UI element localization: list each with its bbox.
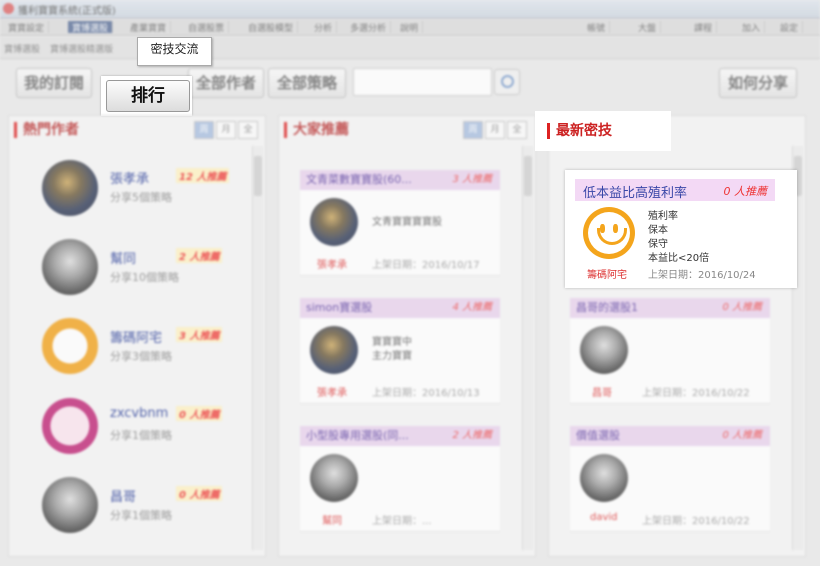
strategy-line: 保本 bbox=[648, 225, 668, 236]
strategy-date: 上架日期：2016/10/22 bbox=[642, 388, 750, 399]
strategy-card[interactable]: 價值選股 0 人推薦 david 上架日期：2016/10/22 bbox=[570, 426, 770, 532]
scrollbar[interactable] bbox=[252, 146, 263, 550]
sub-tab-bar: 寶博選股 寶博選股精選版 bbox=[0, 36, 820, 59]
menu-tab-active[interactable]: 寶博選股 bbox=[68, 21, 114, 34]
strategy-title-bar[interactable]: 低本益比高殖利率 0 人推薦 bbox=[575, 179, 775, 201]
strategy-title[interactable]: 昌哥的選股1 0 人推薦 bbox=[570, 298, 770, 318]
strategy-card[interactable]: 文青菜數寶寶股(60... 3 人推薦 文青寶寶寶寶股 張孝承 上架日期：2016… bbox=[300, 170, 500, 276]
app-logo-icon bbox=[3, 3, 14, 14]
author-name[interactable]: 昌哥 bbox=[110, 486, 136, 505]
strategy-date: 上架日期：2016/10/24 bbox=[648, 270, 756, 281]
menu-tab[interactable]: 多選分析 bbox=[346, 21, 392, 34]
menu-tab[interactable]: 自選股模型 bbox=[244, 21, 299, 34]
range-month[interactable]: 月 bbox=[485, 121, 505, 139]
avatar[interactable] bbox=[42, 398, 98, 454]
strategy-author[interactable]: 籌碼阿宅 bbox=[587, 266, 627, 281]
avatar[interactable] bbox=[42, 477, 98, 533]
strategy-date: 上架日期：2016/10/22 bbox=[642, 516, 750, 527]
author-name[interactable]: 幫同 bbox=[110, 248, 136, 267]
my-subscriptions-button[interactable]: 我的訂閱 bbox=[16, 68, 92, 98]
author-share-count: 分享10個策略 bbox=[110, 271, 179, 284]
avatar[interactable] bbox=[42, 318, 98, 374]
recommend-count: 0 人推薦 bbox=[723, 185, 768, 198]
range-week[interactable]: 周 bbox=[463, 121, 483, 139]
recommend-count: 0 人推薦 bbox=[176, 486, 223, 501]
author-share-count: 分享5個策略 bbox=[110, 191, 172, 204]
recommend-count: 3 人推薦 bbox=[176, 327, 223, 342]
avatar[interactable] bbox=[580, 326, 628, 374]
author-share-count: 分享1個策略 bbox=[110, 509, 172, 522]
strategy-date: 上架日期：2016/10/17 bbox=[372, 260, 480, 271]
avatar[interactable] bbox=[310, 454, 358, 502]
strategy-line: 本益比<20倍 bbox=[648, 253, 710, 264]
menu-right-course[interactable]: 課程 bbox=[690, 21, 718, 34]
search-icon[interactable] bbox=[494, 69, 520, 95]
recommend-count: 2 人推薦 bbox=[176, 248, 223, 263]
strategy-author[interactable]: david bbox=[590, 512, 618, 523]
sub-tab[interactable]: 寶博選股 bbox=[4, 42, 40, 55]
menu-right-settings[interactable]: 設定 bbox=[776, 21, 804, 34]
rank-button[interactable]: 排行 bbox=[106, 80, 190, 112]
latest-strategy-card[interactable]: 低本益比高殖利率 0 人推薦 殖利率 保本 保守 本益比<20倍 籌碼阿宅 上架… bbox=[565, 170, 797, 288]
avatar[interactable] bbox=[580, 454, 628, 502]
author-name[interactable]: 張孝承 bbox=[110, 168, 149, 187]
strategy-title[interactable]: simon寶選股 4 人推薦 bbox=[300, 298, 500, 318]
strategy-desc: 文青寶寶寶寶股 bbox=[372, 217, 442, 228]
range-all[interactable]: 全 bbox=[507, 121, 527, 139]
strategy-title[interactable]: 文青菜數寶寶股(60... 3 人推薦 bbox=[300, 170, 500, 190]
tab-tips-exchange[interactable]: 密技交流 bbox=[137, 37, 212, 66]
avatar[interactable] bbox=[310, 326, 358, 374]
strategy-author[interactable]: 昌哥 bbox=[592, 384, 612, 399]
range-all[interactable]: 全 bbox=[238, 121, 258, 139]
strategy-line: 保守 bbox=[648, 239, 668, 250]
smiley-avatar[interactable] bbox=[583, 207, 635, 259]
all-authors-button[interactable]: 全部作者 bbox=[188, 68, 264, 98]
all-strategies-button[interactable]: 全部策略 bbox=[268, 68, 346, 98]
menu-tab[interactable]: 說明 bbox=[396, 21, 424, 34]
range-week[interactable]: 周 bbox=[194, 121, 214, 139]
avatar[interactable] bbox=[42, 239, 98, 295]
strategy-date: 上架日期：... bbox=[372, 516, 432, 527]
scrollbar[interactable] bbox=[522, 146, 533, 550]
search-input[interactable] bbox=[353, 68, 492, 96]
strategy-author[interactable]: 張孝承 bbox=[317, 384, 347, 399]
how-to-share-button[interactable]: 如何分享 bbox=[719, 68, 797, 98]
avatar[interactable] bbox=[310, 198, 358, 246]
hot-authors-title: 熱門作者 bbox=[14, 122, 79, 138]
strategy-title[interactable]: 低本益比高殖利率 bbox=[583, 182, 687, 201]
author-share-count: 分享1個策略 bbox=[110, 429, 172, 442]
menu-right-account[interactable]: 帳號 bbox=[583, 21, 611, 34]
author-name[interactable]: zxcvbnm bbox=[110, 406, 168, 421]
menu-bar: 寶寶設定 寶博選股 產業寶寶 自選股票 自選股模型 分析 多選分析 說明 帳號 … bbox=[0, 19, 820, 36]
recommended-title: 大家推薦 bbox=[284, 122, 349, 138]
recommend-count: 12 人推薦 bbox=[176, 168, 230, 183]
menu-tab[interactable]: 產業寶寶 bbox=[126, 21, 172, 34]
sub-tab[interactable]: 寶博選股精選版 bbox=[50, 42, 113, 55]
strategy-title[interactable]: 價值選股 0 人推薦 bbox=[570, 426, 770, 446]
author-share-count: 分享3個策略 bbox=[110, 350, 172, 363]
author-name[interactable]: 籌碼阿宅 bbox=[110, 327, 162, 346]
strategy-line: 殖利率 bbox=[648, 211, 678, 222]
strategy-card[interactable]: 小型股專用選股(同... 2 人推薦 幫同 上架日期：... bbox=[300, 426, 500, 532]
menu-tab[interactable]: 寶寶設定 bbox=[4, 21, 50, 34]
strategy-desc: 寶寶寶中 主力寶寶 bbox=[372, 337, 412, 362]
window-title: 獲利寶寶系統(正式版) bbox=[18, 6, 116, 17]
latest-tips-title: 最新密技 bbox=[547, 123, 612, 139]
title-bar: 獲利寶寶系統(正式版) bbox=[0, 0, 820, 19]
latest-tips-header: 最新密技 bbox=[535, 111, 671, 151]
avatar[interactable] bbox=[42, 160, 98, 216]
strategy-card[interactable]: simon寶選股 4 人推薦 寶寶寶中 主力寶寶 張孝承 上架日期：2016/10… bbox=[300, 298, 500, 404]
strategy-date: 上架日期：2016/10/13 bbox=[372, 388, 480, 399]
strategy-author[interactable]: 幫同 bbox=[322, 512, 342, 527]
strategy-author[interactable]: 張孝承 bbox=[317, 256, 347, 271]
strategy-title[interactable]: 小型股專用選股(同... 2 人推薦 bbox=[300, 426, 500, 446]
strategy-card[interactable]: 昌哥的選股1 0 人推薦 昌哥 上架日期：2016/10/22 bbox=[570, 298, 770, 404]
menu-tab[interactable]: 分析 bbox=[310, 21, 338, 34]
menu-tab[interactable]: 自選股票 bbox=[184, 21, 230, 34]
range-month[interactable]: 月 bbox=[216, 121, 236, 139]
menu-right-join[interactable]: 加入 bbox=[738, 21, 766, 34]
recommend-count: 0 人推薦 bbox=[176, 406, 223, 421]
menu-right-market[interactable]: 大盤 bbox=[634, 21, 662, 34]
